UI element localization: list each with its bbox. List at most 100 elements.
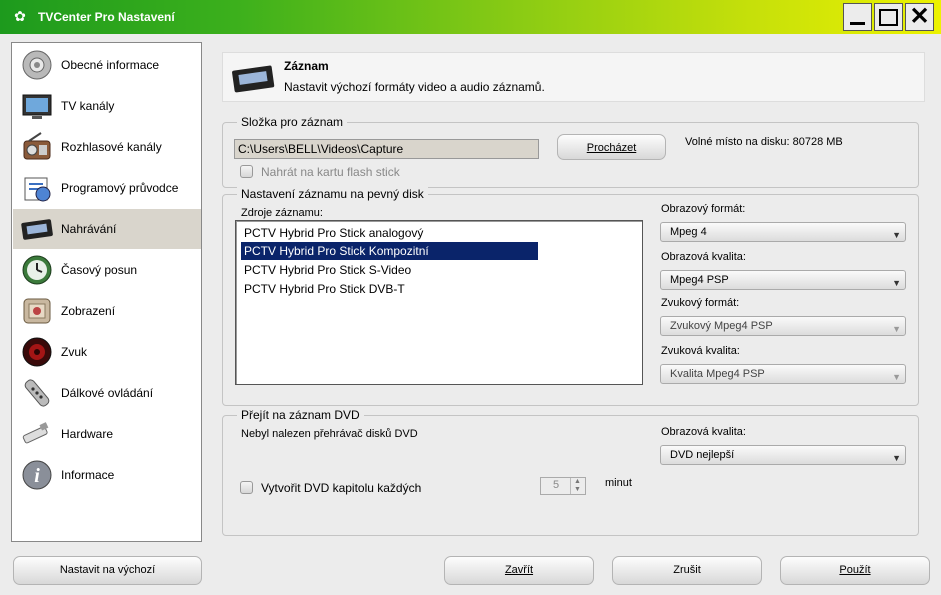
guide-icon <box>21 172 53 204</box>
dropdown-arrow-icon: ▼ <box>892 230 901 240</box>
browse-label: Procházet <box>586 142 637 154</box>
sidebar-item-label: Zvuk <box>61 345 88 359</box>
sidebar-item-hardware[interactable]: Hardware <box>13 414 201 454</box>
svg-text:i: i <box>34 465 40 487</box>
title-bar[interactable]: ✿ TVCenter Pro Nastavení ✕ <box>0 0 941 34</box>
sidebar-item-label: Časový posun <box>61 263 138 277</box>
radio-icon <box>21 131 53 163</box>
settings-window: ✿ TVCenter Pro Nastavení ✕ Obecné inform… <box>0 0 941 595</box>
record-path-value: C:\Users\BELL\Videos\Capture <box>238 142 404 156</box>
video-quality-label: Obrazová kvalita: <box>661 251 746 263</box>
dvd-chapter-label: Vytvořit DVD kapitolu každých <box>261 481 422 495</box>
minimize-button[interactable] <box>843 3 872 31</box>
reset-defaults-button[interactable]: Nastavit na výchozí <box>13 556 202 585</box>
minimize-icon <box>850 21 865 25</box>
spin-up-icon[interactable]: ▲ <box>570 478 584 486</box>
sidebar-item-program-guide[interactable]: Programový průvodce <box>13 168 201 208</box>
close-button[interactable]: ✕ <box>905 3 934 31</box>
sidebar-item-label: Informace <box>61 468 115 482</box>
video-format-label: Obrazový formát: <box>661 203 746 215</box>
free-space-text: Volné místo na disku: 80728 MB <box>685 136 843 148</box>
window-title: TVCenter Pro Nastavení <box>38 10 175 24</box>
audio-quality-value: Kvalita Mpeg4 PSP <box>670 368 765 380</box>
cancel-button[interactable]: Zrušit <box>612 556 762 585</box>
group-legend: Nastavení záznamu na pevný disk <box>237 187 428 201</box>
chapter-minutes-spinner[interactable]: 5 ▲ ▼ <box>540 477 586 495</box>
minutes-unit-label: minut <box>605 477 632 489</box>
videotape-icon <box>21 213 53 245</box>
list-item-label: PCTV Hybrid Pro Stick analogový <box>244 226 424 240</box>
record-path-field[interactable]: C:\Users\BELL\Videos\Capture <box>234 139 539 159</box>
cancel-label: Zrušit <box>673 564 701 576</box>
sidebar-item-display[interactable]: Zobrazení <box>13 291 201 331</box>
remote-icon <box>21 377 53 409</box>
info-icon: i <box>21 459 53 491</box>
sidebar: Obecné informace TV kanály Rozhlasové ka… <box>11 42 202 542</box>
group-legend: Složka pro záznam <box>237 115 348 129</box>
reset-defaults-label: Nastavit na výchozí <box>59 564 156 576</box>
close-dialog-label: Zavřít <box>504 564 534 576</box>
dropdown-arrow-icon: ▼ <box>892 453 901 463</box>
sidebar-item-label: Rozhlasové kanály <box>61 140 162 154</box>
list-item[interactable]: PCTV Hybrid Pro Stick S-Video <box>241 261 411 279</box>
sidebar-item-recording[interactable]: Nahrávání <box>13 209 201 249</box>
group-legend: Přejít na záznam DVD <box>237 408 364 422</box>
video-format-select[interactable]: Mpeg 4 ▼ <box>660 222 906 242</box>
section-header: Záznam Nastavit výchozí formáty video a … <box>222 52 925 102</box>
dvd-quality-label: Obrazová kvalita: <box>661 426 746 438</box>
dropdown-arrow-icon: ▼ <box>892 278 901 288</box>
apply-button[interactable]: Použít <box>780 556 930 585</box>
maximize-button[interactable] <box>874 3 903 31</box>
page-title: Záznam <box>284 59 329 73</box>
sidebar-item-label: TV kanály <box>61 99 115 113</box>
close-icon: ✕ <box>909 3 930 30</box>
browse-button[interactable]: Procházet <box>557 134 666 160</box>
sidebar-item-label: Programový průvodce <box>61 181 179 195</box>
list-item-label: PCTV Hybrid Pro Stick S-Video <box>244 263 412 277</box>
audio-format-value: Zvukový Mpeg4 PSP <box>670 320 773 332</box>
dropdown-arrow-icon: ▼ <box>892 324 901 334</box>
sidebar-item-label: Zobrazení <box>61 304 116 318</box>
list-item[interactable]: PCTV Hybrid Pro Stick DVB-T <box>241 280 405 298</box>
sources-listbox[interactable]: PCTV Hybrid Pro Stick analogový PCTV Hyb… <box>235 220 643 385</box>
list-item-label: PCTV Hybrid Pro Stick DVB-T <box>244 282 405 296</box>
list-item-selected[interactable]: PCTV Hybrid Pro Stick Kompozitní <box>241 242 538 260</box>
sidebar-item-general[interactable]: Obecné informace <box>13 45 201 85</box>
list-item-label: PCTV Hybrid Pro Stick Kompozitní <box>244 244 429 258</box>
display-icon <box>21 295 53 327</box>
sidebar-item-label: Obecné informace <box>61 58 160 72</box>
dvd-chapter-checkbox[interactable] <box>240 481 253 494</box>
sources-label: Zdroje záznamu: <box>241 207 323 219</box>
sidebar-item-sound[interactable]: Zvuk <box>13 332 201 372</box>
spin-down-icon[interactable]: ▼ <box>570 486 584 494</box>
sidebar-item-radio-channels[interactable]: Rozhlasové kanály <box>13 127 201 167</box>
video-quality-select[interactable]: Mpeg4 PSP ▼ <box>660 270 906 290</box>
dvd-status-text: Nebyl nalezen přehrávač disků DVD <box>241 428 418 440</box>
maximize-icon <box>879 8 898 26</box>
audio-quality-label: Zvuková kvalita: <box>661 345 740 357</box>
sidebar-item-remote[interactable]: Dálkové ovládání <box>13 373 201 413</box>
video-format-value: Mpeg 4 <box>670 226 707 238</box>
gear-icon <box>21 49 53 81</box>
flash-stick-checkbox[interactable] <box>240 165 253 178</box>
sidebar-item-timeshift[interactable]: Časový posun <box>13 250 201 290</box>
app-gear-icon: ✿ <box>14 8 26 24</box>
speaker-icon <box>21 336 53 368</box>
apply-label: Použít <box>839 564 871 576</box>
audio-format-select[interactable]: Zvukový Mpeg4 PSP ▼ <box>660 316 906 336</box>
chapter-minutes-value: 5 <box>553 479 560 491</box>
sidebar-item-label: Nahrávání <box>61 222 117 236</box>
audio-quality-select[interactable]: Kvalita Mpeg4 PSP ▼ <box>660 364 906 384</box>
list-item[interactable]: PCTV Hybrid Pro Stick analogový <box>241 224 423 242</box>
usb-stick-icon <box>21 418 53 450</box>
flash-stick-label: Nahrát na kartu flash stick <box>261 165 400 179</box>
tv-icon <box>21 90 53 122</box>
sidebar-item-label: Hardware <box>61 427 114 441</box>
sidebar-item-tv-channels[interactable]: TV kanály <box>13 86 201 126</box>
dvd-quality-value: DVD nejlepší <box>670 449 735 461</box>
sidebar-item-info[interactable]: i Informace <box>13 455 201 495</box>
page-subtitle: Nastavit výchozí formáty video a audio z… <box>284 80 545 94</box>
dvd-quality-select[interactable]: DVD nejlepší ▼ <box>660 445 906 465</box>
dropdown-arrow-icon: ▼ <box>892 372 901 382</box>
close-dialog-button[interactable]: Zavřít <box>444 556 594 585</box>
